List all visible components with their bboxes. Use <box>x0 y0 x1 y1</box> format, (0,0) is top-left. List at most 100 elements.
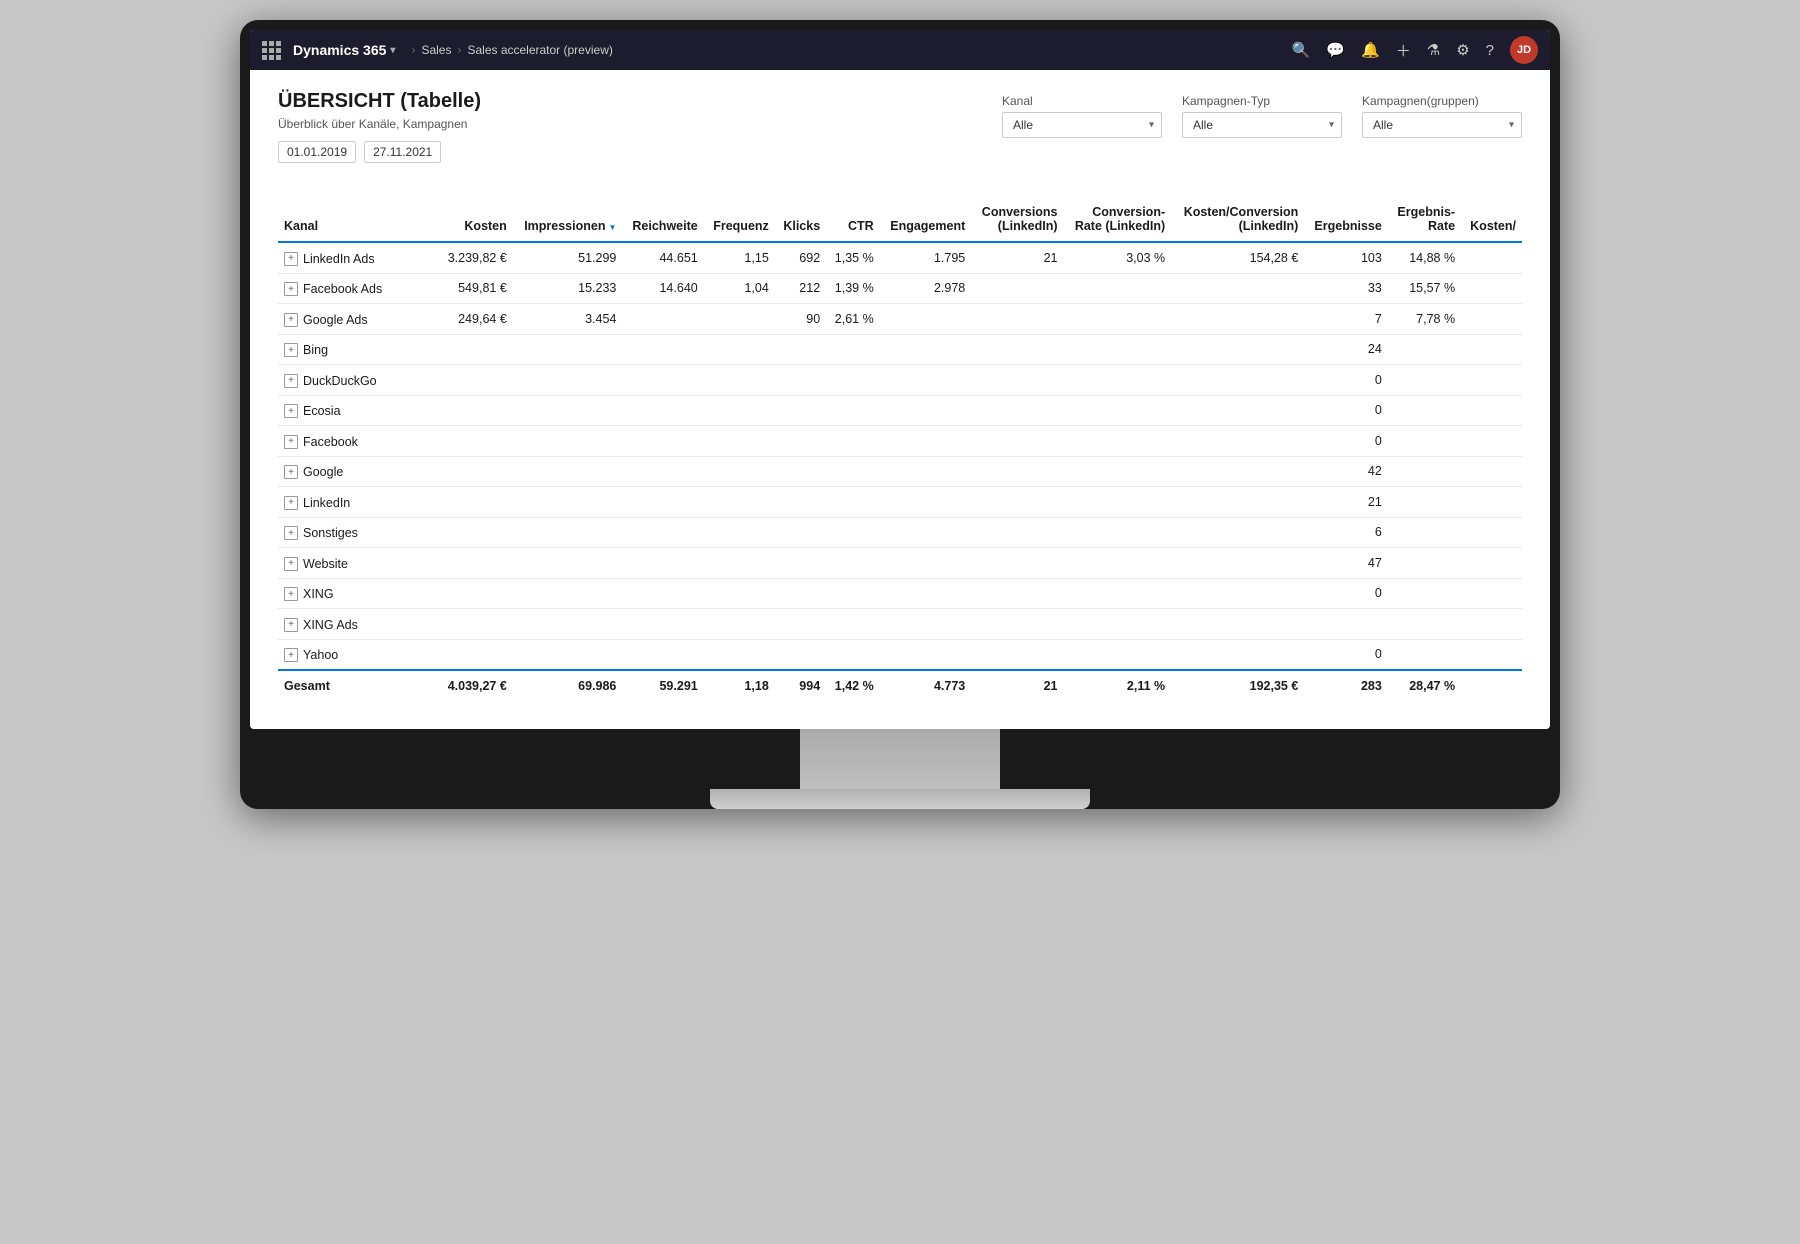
col-impressionen[interactable]: Impressionen▼ <box>513 197 623 242</box>
cell-engagement <box>880 487 972 518</box>
col-ergebnisse[interactable]: Ergebnisse <box>1304 197 1388 242</box>
row-expand[interactable]: +Yahoo <box>284 648 338 662</box>
filter-kampagnen-gruppen-wrapper: Alle ▾ <box>1362 112 1522 138</box>
total-conversions-li: 21 <box>971 670 1063 701</box>
settings-icon[interactable]: ⚙ <box>1456 41 1469 59</box>
col-kosten[interactable]: Kosten <box>438 197 513 242</box>
expand-icon[interactable]: + <box>284 374 298 388</box>
cell-ergebnisse <box>1304 609 1388 640</box>
breadcrumb-sep1: › <box>411 43 415 57</box>
cell-ergebnis_rate <box>1388 548 1461 579</box>
row-expand[interactable]: +Facebook Ads <box>284 282 382 296</box>
cell-conv_rate_li: 3,03 % <box>1064 242 1172 273</box>
cell-engagement <box>880 548 972 579</box>
filter-kampagnen-gruppen-select[interactable]: Alle <box>1362 112 1522 138</box>
col-frequenz[interactable]: Frequenz <box>704 197 775 242</box>
cell-ergebnisse: 6 <box>1304 517 1388 548</box>
brand-logo[interactable]: Dynamics 365 ▾ <box>293 42 395 58</box>
col-ergebnis-rate[interactable]: Ergebnis-Rate <box>1388 197 1461 242</box>
funnel-icon[interactable]: ⚗ <box>1427 41 1440 59</box>
chat-icon[interactable]: 💬 <box>1326 41 1345 59</box>
cell-ergebnisse: 0 <box>1304 578 1388 609</box>
row-expand[interactable]: +LinkedIn Ads <box>284 252 375 266</box>
expand-icon[interactable]: + <box>284 618 298 632</box>
row-expand[interactable]: +Bing <box>284 343 328 357</box>
expand-icon[interactable]: + <box>284 557 298 571</box>
col-kanal[interactable]: Kanal <box>278 197 438 242</box>
filter-kampagnen-typ-select[interactable]: Alle <box>1182 112 1342 138</box>
row-expand[interactable]: +Facebook <box>284 435 358 449</box>
cell-conversions_li <box>971 365 1063 396</box>
table-body: +LinkedIn Ads3.239,82 €51.29944.6511,156… <box>278 242 1522 670</box>
date-from[interactable]: 01.01.2019 <box>278 141 356 163</box>
row-expand[interactable]: +Website <box>284 557 348 571</box>
cell-conv_rate_li <box>1064 304 1172 335</box>
col-kosten2[interactable]: Kosten/ <box>1461 197 1522 242</box>
expand-icon[interactable]: + <box>284 252 298 266</box>
expand-icon[interactable]: + <box>284 496 298 510</box>
row-expand[interactable]: +Google <box>284 465 343 479</box>
total-kosten: 4.039,27 € <box>438 670 513 701</box>
cell-ergebnis_rate: 7,78 % <box>1388 304 1461 335</box>
expand-icon[interactable]: + <box>284 587 298 601</box>
col-engagement[interactable]: Engagement <box>880 197 972 242</box>
col-reichweite[interactable]: Reichweite <box>622 197 703 242</box>
table-row: +Facebook Ads549,81 €15.23314.6401,04212… <box>278 273 1522 304</box>
expand-icon[interactable]: + <box>284 343 298 357</box>
add-icon[interactable]: ＋ <box>1396 40 1411 61</box>
row-expand[interactable]: +Google Ads <box>284 313 368 327</box>
expand-icon[interactable]: + <box>284 526 298 540</box>
breadcrumb-sales[interactable]: Sales <box>421 43 451 57</box>
expand-icon[interactable]: + <box>284 313 298 327</box>
row-expand[interactable]: +Ecosia <box>284 404 341 418</box>
row-expand[interactable]: +Sonstiges <box>284 526 358 540</box>
row-expand[interactable]: +XING <box>284 587 334 601</box>
filter-kanal-select[interactable]: Alle <box>1002 112 1162 138</box>
cell-kosten_col <box>1461 365 1522 396</box>
cell-conv_rate_li <box>1064 548 1172 579</box>
col-kosten-conv-li[interactable]: Kosten/Conversion(LinkedIn) <box>1171 197 1304 242</box>
col-klicks[interactable]: Klicks <box>775 197 826 242</box>
notifications-icon[interactable]: 🔔 <box>1361 41 1380 59</box>
cell-ergebnis_rate <box>1388 426 1461 457</box>
cell-kanal: +LinkedIn <box>278 487 438 518</box>
cell-conversions_li <box>971 578 1063 609</box>
cell-ergebnisse: 47 <box>1304 548 1388 579</box>
expand-icon[interactable]: + <box>284 648 298 662</box>
cell-impressionen <box>513 487 623 518</box>
col-conversions-li[interactable]: Conversions(LinkedIn) <box>971 197 1063 242</box>
cell-kosten_conv_li <box>1171 304 1304 335</box>
date-to[interactable]: 27.11.2021 <box>364 141 441 163</box>
total-reichweite: 59.291 <box>622 670 703 701</box>
cell-ergebnis_rate <box>1388 334 1461 365</box>
search-icon[interactable]: 🔍 <box>1292 41 1311 59</box>
table-row: +LinkedIn Ads3.239,82 €51.29944.6511,156… <box>278 242 1522 273</box>
col-ctr[interactable]: CTR <box>826 197 880 242</box>
cell-kosten_conv_li <box>1171 487 1304 518</box>
main-content: ÜBERSICHT (Tabelle) Überblick über Kanäl… <box>250 70 1550 729</box>
cell-kosten <box>438 548 513 579</box>
cell-impressionen <box>513 334 623 365</box>
cell-conversions_li <box>971 639 1063 670</box>
cell-engagement <box>880 456 972 487</box>
expand-icon[interactable]: + <box>284 435 298 449</box>
total-ergebnisse: 283 <box>1304 670 1388 701</box>
app-grid-icon[interactable] <box>262 41 281 60</box>
cell-kosten_conv_li <box>1171 426 1304 457</box>
cell-conv_rate_li <box>1064 517 1172 548</box>
breadcrumb-accelerator[interactable]: Sales accelerator (preview) <box>467 43 612 57</box>
expand-icon[interactable]: + <box>284 465 298 479</box>
expand-icon[interactable]: + <box>284 282 298 296</box>
total-kosten-conv-li: 192,35 € <box>1171 670 1304 701</box>
row-expand[interactable]: +DuckDuckGo <box>284 374 377 388</box>
row-expand[interactable]: +LinkedIn <box>284 496 350 510</box>
row-expand[interactable]: +XING Ads <box>284 618 358 632</box>
cell-kanal: +Facebook Ads <box>278 273 438 304</box>
avatar[interactable]: JD <box>1510 36 1538 64</box>
col-conv-rate-li[interactable]: Conversion-Rate (LinkedIn) <box>1064 197 1172 242</box>
cell-ergebnis_rate <box>1388 365 1461 396</box>
table-row: +Yahoo0 <box>278 639 1522 670</box>
expand-icon[interactable]: + <box>284 404 298 418</box>
help-icon[interactable]: ? <box>1486 42 1494 59</box>
cell-reichweite: 44.651 <box>622 242 703 273</box>
